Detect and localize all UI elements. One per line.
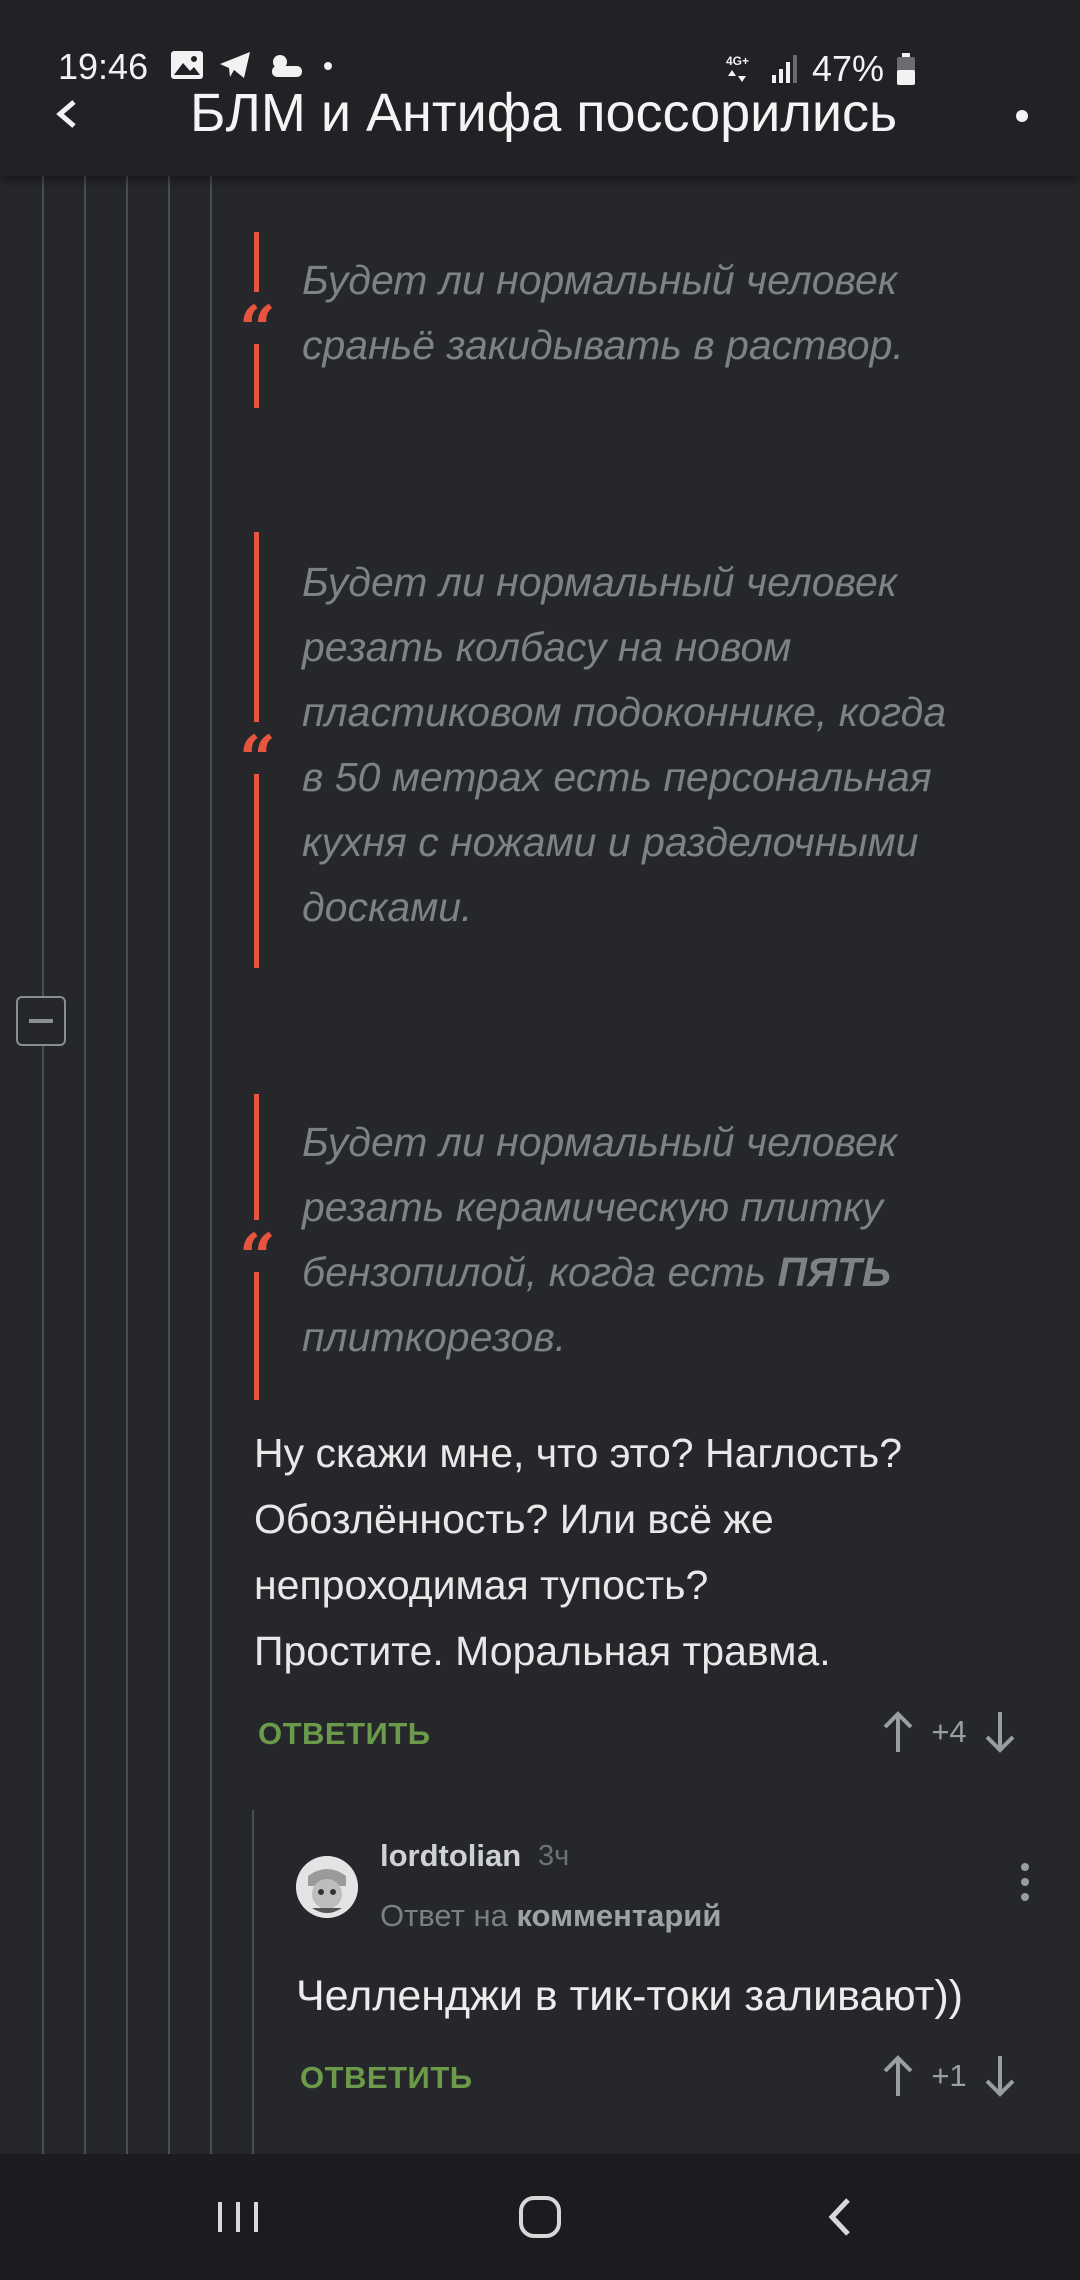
quote-mark-icon: “ [239,722,276,797]
telegram-icon [220,52,250,78]
vote-controls: +1 [878,2052,1020,2100]
system-status-icons: 4G+ 47% [724,48,916,90]
quote-mark-icon: “ [239,1220,276,1295]
comment-score: +4 [931,1714,967,1749]
quote-bar [254,344,259,408]
home-icon[interactable] [510,2192,570,2242]
thread-line[interactable] [210,176,212,2154]
quote-mark-icon: “ [239,292,276,367]
quote-bar [254,774,259,968]
recent-apps-icon[interactable] [208,2192,268,2242]
reply-button[interactable]: ОТВЕТИТЬ [300,2060,473,2096]
quote-text: Будет ли нормальный человек резать керам… [302,1119,898,1360]
reply-to-label: Ответ на комментарий [380,1898,722,1933]
username[interactable]: lordtolian [380,1838,521,1874]
comment-time: 3ч [538,1840,570,1872]
signal-icon [772,55,797,83]
downvote-arrow-icon[interactable] [980,1708,1020,1756]
thread-line[interactable] [168,176,170,2154]
more-vert-icon[interactable] [1006,96,1038,156]
quote-text: Будет ли нормальный человек резать колба… [302,559,947,930]
gallery-icon [171,51,203,79]
svg-text:4G+: 4G+ [726,54,749,68]
thread-line[interactable] [252,1810,254,2154]
quote-text: Будет ли нормальный человек сраньё закид… [302,257,904,368]
system-nav-bar [0,2154,1080,2280]
more-vert-icon[interactable] [1014,1862,1036,1902]
reply-to-link[interactable]: комментарий [516,1898,721,1933]
thread-line[interactable] [84,176,86,2154]
quote-bar [254,1272,259,1400]
vote-controls: +4 [878,1708,1020,1756]
quote-bar [254,232,259,292]
collapse-thread-button[interactable] [16,996,66,1046]
quote-bar [254,532,259,722]
more-notifications-icon [324,62,332,70]
comment-score: +1 [931,2058,967,2093]
status-bar: 19:46 4G+ 47% [0,36,1080,96]
upvote-arrow-icon[interactable] [878,2052,918,2100]
upvote-arrow-icon[interactable] [878,1708,918,1756]
status-time: 19:46 [58,46,149,87]
battery-percent: 47% [812,48,885,89]
battery-icon [897,53,916,85]
reply-comment-text: Челленджи в тик-токи заливают)) [296,1972,964,2020]
thread-line[interactable] [42,176,44,2154]
cat-avatar-icon [296,1856,358,1918]
reply-button[interactable]: ОТВЕТИТЬ [258,1716,431,1752]
quote-bar [254,1094,259,1220]
notification-icons [170,50,336,80]
comment-text: Ну скажи мне, что это? Наглость? Обозлён… [254,1430,903,1674]
downvote-arrow-icon[interactable] [980,2052,1020,2100]
back-icon[interactable] [812,2192,872,2242]
avatar[interactable] [296,1856,358,1918]
network-4g-icon: 4G+ [726,54,749,82]
weather-icon [272,55,302,77]
bold-emphasis: ПЯТЬ [777,1249,891,1295]
thread-line[interactable] [126,176,128,2154]
top-bar: БЛМ и Антифа поссорились 19:46 4G+ 47% [0,0,1080,176]
